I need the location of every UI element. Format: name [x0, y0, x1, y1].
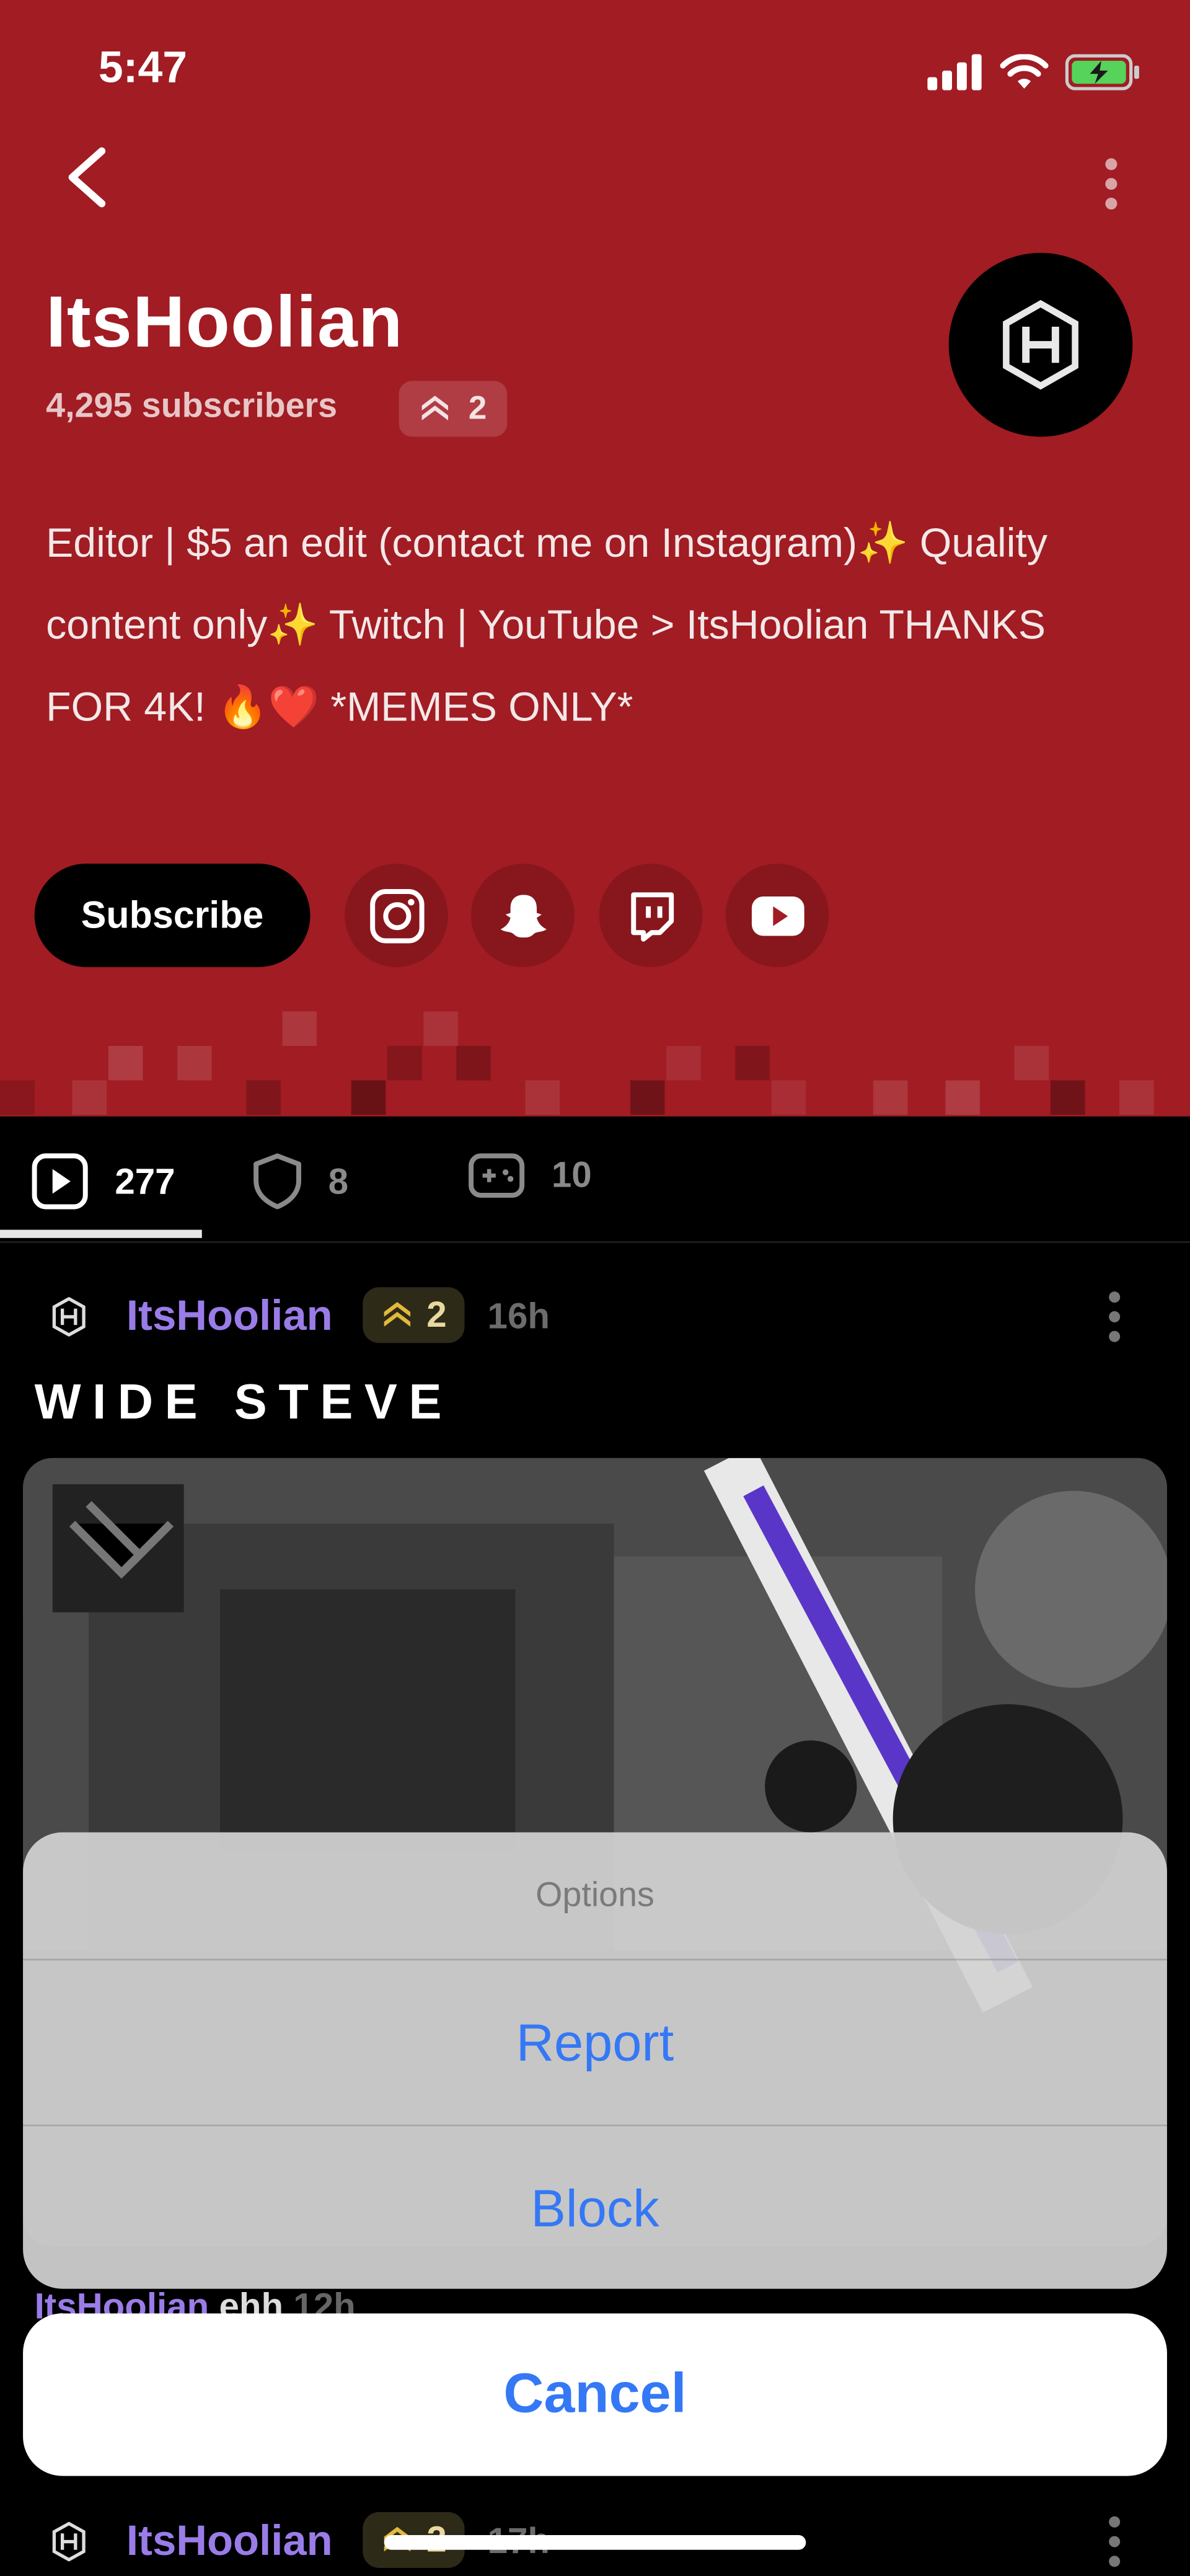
tab-clips-count: 8: [328, 1160, 349, 1202]
next-post-author[interactable]: ItsHoolian: [126, 2515, 333, 2566]
level-badge: 2: [399, 381, 508, 437]
gamepad-icon: [469, 1153, 525, 1198]
options-action-sheet: Options Report Block: [23, 1832, 1167, 2289]
post-author[interactable]: ItsHoolian: [126, 1291, 333, 1342]
author-avatar-icon[interactable]: [49, 2521, 89, 2562]
post-more-icon[interactable]: [1104, 1291, 1124, 1343]
post-title: WIDE STEVE: [34, 1376, 454, 1430]
author-avatar-icon[interactable]: [49, 1297, 89, 1337]
snapchat-icon: [500, 893, 546, 937]
instagram-icon: [369, 888, 424, 943]
tab-videos-count: 277: [115, 1160, 175, 1202]
channel-header: 5:47 ItsHoolian 4,295 subscribers 2 Edit…: [0, 0, 1190, 1117]
hoolian-logo-icon: [1003, 299, 1078, 390]
report-button[interactable]: Report: [23, 1960, 1167, 2125]
action-sheet-title: Options: [23, 1833, 1167, 1961]
tab-clips[interactable]: 8: [253, 1153, 348, 1210]
content-tabs: 277 8 10: [0, 1116, 1190, 1243]
battery-icon: [1065, 54, 1139, 91]
youtube-icon: [751, 895, 804, 936]
status-time: 5:47: [98, 42, 188, 92]
twitch-button[interactable]: [599, 864, 703, 967]
rank-chevrons-icon: [422, 396, 449, 420]
cancel-button[interactable]: Cancel: [23, 2313, 1167, 2476]
next-post-more-icon[interactable]: [1104, 2515, 1124, 2568]
post-level-value: 2: [426, 1293, 447, 1335]
channel-name: ItsHoolian: [46, 282, 403, 363]
wifi-icon: [1000, 54, 1049, 89]
shield-icon: [253, 1153, 301, 1210]
level-badge-value: 2: [468, 389, 487, 427]
post-header: ItsHoolian 2 16h: [0, 1281, 1190, 1353]
twitch-icon: [630, 892, 673, 941]
channel-avatar[interactable]: [948, 252, 1133, 437]
back-chevron-icon[interactable]: [59, 141, 125, 214]
play-icon: [32, 1153, 88, 1210]
block-button[interactable]: Block: [23, 2124, 1167, 2289]
snapchat-button[interactable]: [471, 864, 575, 967]
more-options-icon[interactable]: [1095, 157, 1127, 210]
home-indicator: [384, 2534, 806, 2550]
post-level-badge: 2: [363, 1287, 465, 1343]
rank-chevrons-icon: [384, 1302, 410, 1327]
tab-videos[interactable]: 277: [31, 1153, 175, 1210]
status-icons: [927, 49, 1140, 95]
subscribe-button[interactable]: Subscribe: [34, 864, 311, 967]
youtube-button[interactable]: [725, 864, 829, 967]
pixel-pattern: [0, 1005, 1190, 1117]
signal-icon: [927, 54, 982, 91]
active-tab-indicator: [0, 1229, 202, 1238]
post-time: 16h: [487, 1295, 550, 1337]
instagram-button[interactable]: [345, 864, 448, 967]
tab-games-count: 10: [551, 1154, 592, 1195]
tab-games[interactable]: 10: [468, 1153, 592, 1198]
subscriber-count: 4,295 subscribers: [46, 387, 338, 425]
channel-bio: Editor | $5 an edit (contact me on Insta…: [46, 520, 1047, 731]
